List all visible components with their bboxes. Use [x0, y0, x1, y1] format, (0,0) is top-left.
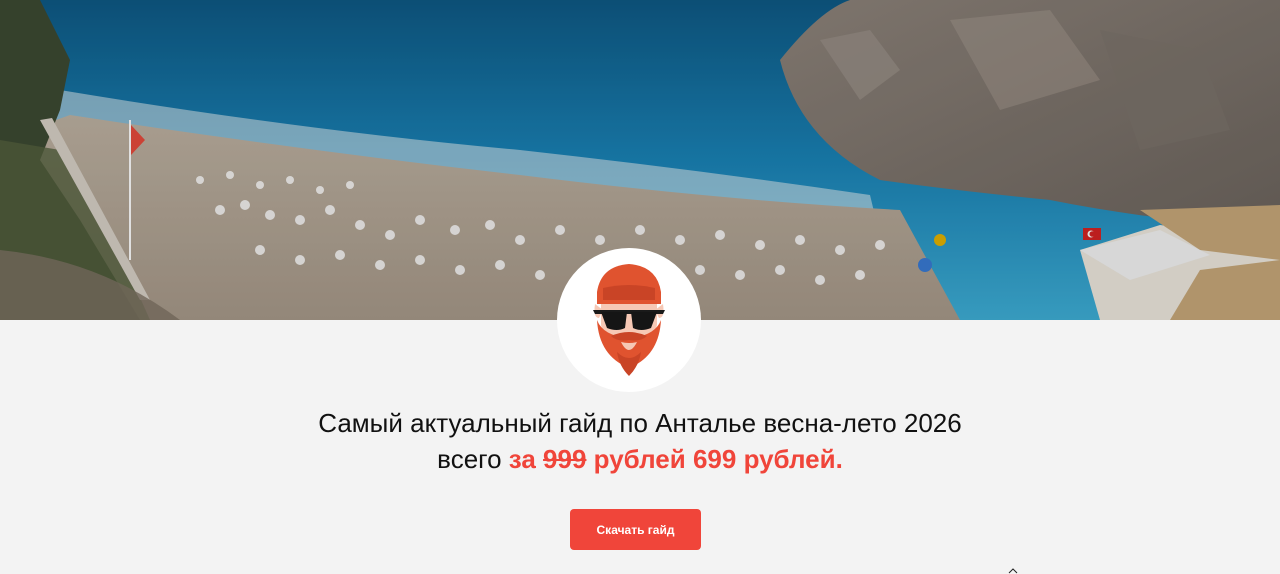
- new-price-currency: рублей.: [743, 444, 843, 474]
- new-price: 699: [692, 444, 737, 474]
- old-price-currency: рублей: [593, 444, 686, 474]
- bearded-man-sunglasses-icon: [593, 264, 665, 376]
- price-prefix: всего: [437, 444, 502, 474]
- cursor-icon: [1008, 568, 1018, 574]
- avatar: [557, 248, 701, 392]
- download-guide-button[interactable]: Скачать гайд: [570, 509, 701, 550]
- price-line: всего за 999 рублей 699 рублей.: [0, 441, 1280, 477]
- guide-headline: Самый актуальный гайд по Анталье весна-л…: [318, 408, 962, 438]
- old-price: 999: [543, 444, 587, 474]
- price-za: за: [508, 444, 536, 474]
